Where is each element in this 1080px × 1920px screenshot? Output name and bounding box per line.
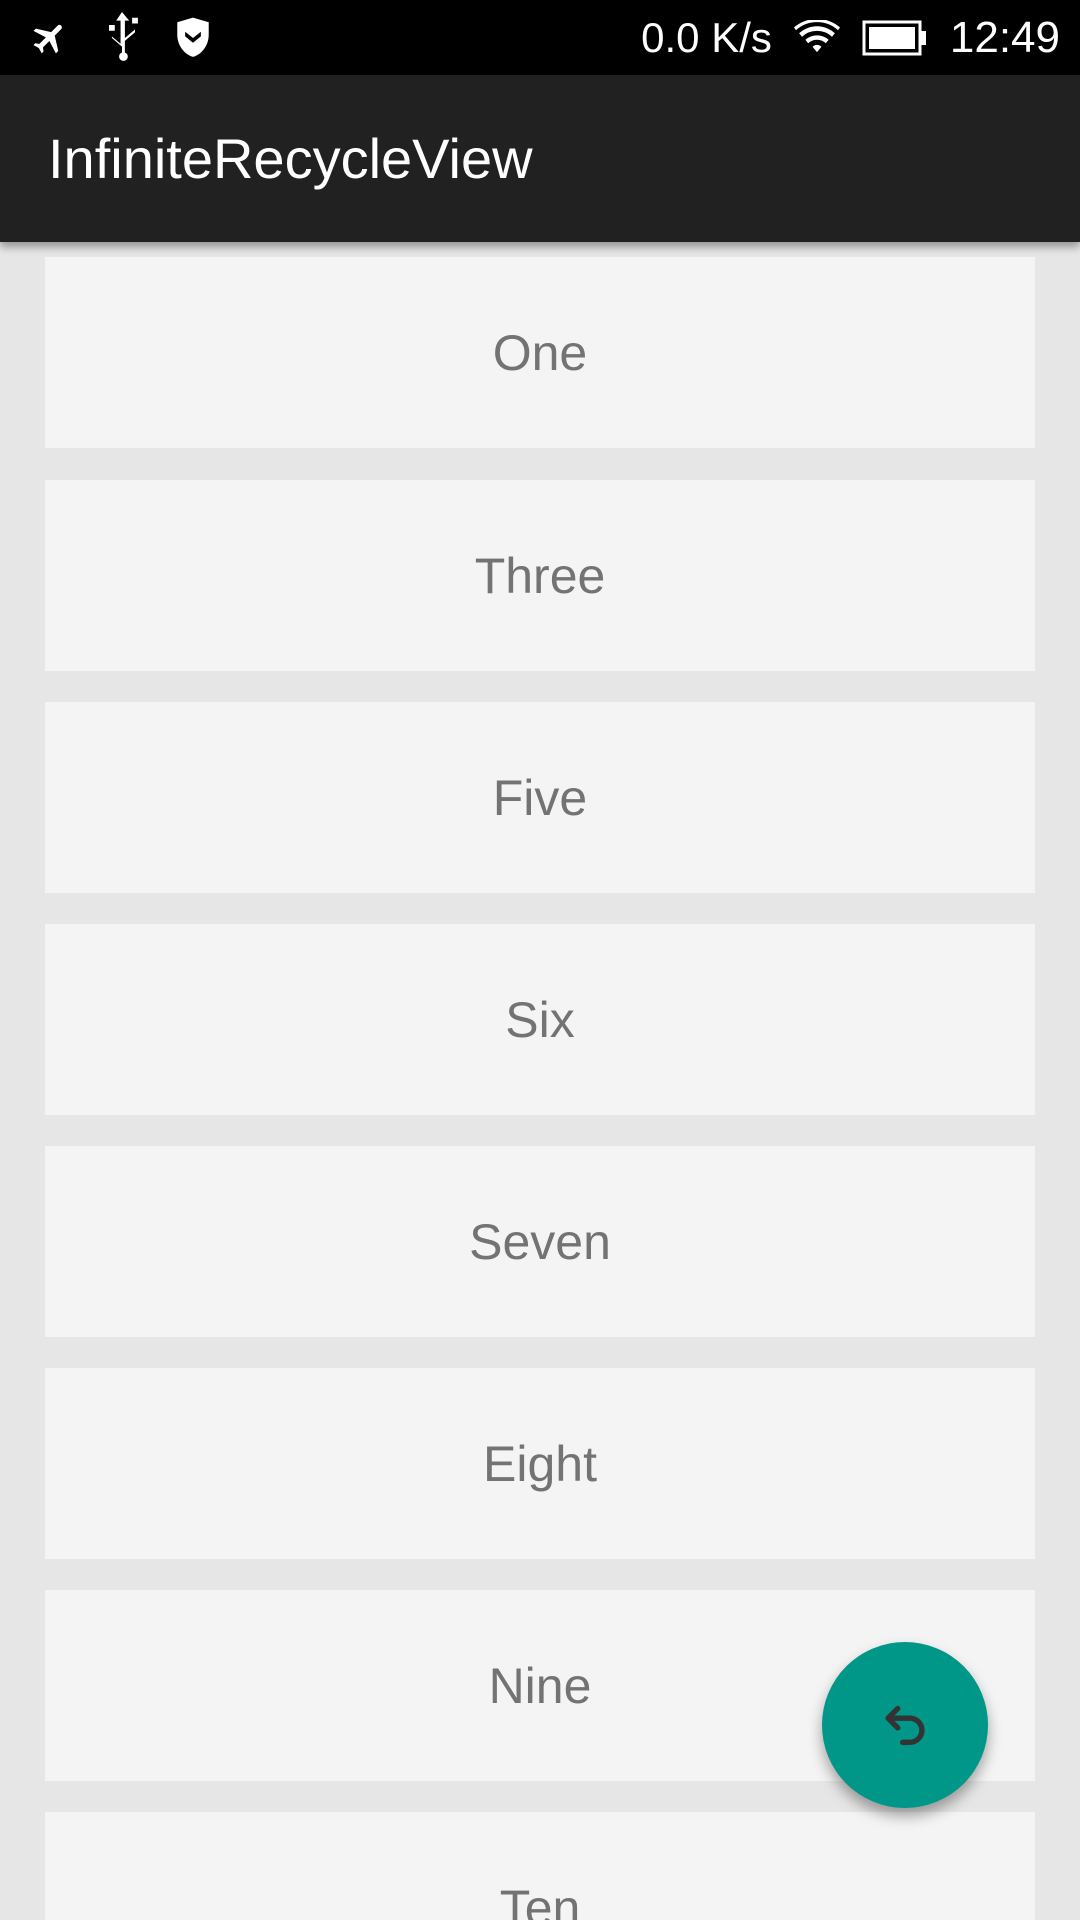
list-item[interactable]: Seven	[45, 1146, 1035, 1337]
list-item[interactable]: Ten	[45, 1812, 1035, 1920]
status-right-area: 0.0 K/s 12:49	[641, 0, 1060, 75]
list-item[interactable]: Three	[45, 480, 1035, 671]
undo-icon	[876, 1694, 934, 1757]
status-left-icons	[30, 0, 212, 75]
list-item[interactable]: Five	[45, 702, 1035, 893]
usb-icon	[104, 11, 140, 64]
list-item[interactable]: Six	[45, 924, 1035, 1115]
app-title: InfiniteRecycleView	[48, 127, 533, 190]
list-item[interactable]: Eight	[45, 1368, 1035, 1559]
wifi-icon	[793, 19, 840, 56]
status-bar: 0.0 K/s 12:49	[0, 0, 1080, 75]
network-speed: 0.0 K/s	[641, 13, 772, 61]
list-item[interactable]: One	[45, 257, 1035, 448]
app-bar: InfiniteRecycleView	[0, 75, 1080, 242]
shield-icon	[174, 16, 212, 60]
clock: 12:49	[949, 12, 1060, 62]
airplane-mode-icon	[30, 18, 70, 58]
battery-icon	[862, 20, 928, 56]
reset-fab-button[interactable]	[822, 1642, 988, 1808]
